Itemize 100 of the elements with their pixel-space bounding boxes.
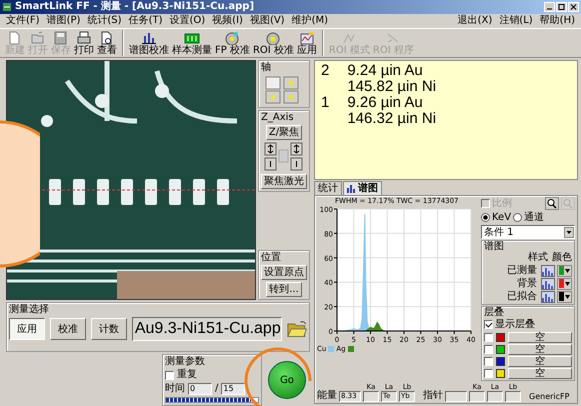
group-title: 测量参数 (165, 356, 205, 367)
result-value: 9.26 µin Au (347, 95, 424, 111)
radio-label: 通道 (524, 212, 544, 224)
condition-dropdown[interactable]: 条件 1 (481, 225, 575, 239)
checkbox[interactable] (484, 356, 493, 366)
line-field (363, 391, 379, 402)
model-name: GenericFP (529, 392, 570, 402)
window-title: SmartLink FF - 测量 - [Au9.3-Ni151-Cu.app] (15, 1, 254, 13)
elapsed-time-field[interactable]: 0 (188, 383, 212, 395)
group-title: 测量选择 (9, 304, 49, 315)
layer-button[interactable]: 空 (508, 332, 572, 342)
checkbox[interactable] (484, 368, 493, 378)
maximize-icon[interactable] (556, 2, 567, 12)
go-button[interactable]: Go (268, 361, 306, 399)
close-icon[interactable] (568, 2, 579, 12)
mode-button[interactable]: 校准 (50, 318, 86, 340)
folder-icon[interactable] (286, 318, 307, 340)
group-title: Z_Axis (261, 112, 294, 123)
checkbox-label: 比例 (492, 198, 512, 210)
checkbox[interactable] (484, 320, 493, 329)
position-button[interactable]: 转到... (266, 282, 302, 297)
energy-label: 能量 (317, 390, 337, 402)
toolbar-button[interactable]: 打印 (73, 30, 95, 56)
toolbar-button[interactable]: FP 校准 (214, 30, 251, 56)
caret-icon (565, 282, 570, 286)
radio-button[interactable] (481, 213, 490, 222)
toolbar-button[interactable]: 应用 (296, 30, 318, 56)
color-picker[interactable] (557, 278, 572, 290)
board-icon (184, 30, 200, 44)
group-title: 层叠 (484, 307, 504, 318)
pointer-field (445, 391, 467, 402)
menu-item[interactable]: 统计(S) (87, 15, 122, 27)
result-value: 145.82 µin Ni (347, 79, 436, 95)
toolbar-button[interactable]: 谱图校准 (128, 30, 170, 56)
checkbox-label: 显示层叠 (495, 318, 535, 330)
menu-item[interactable]: 维护(M) (292, 15, 328, 27)
application-file-field[interactable]: Au9.3-Ni151-Cu.app (132, 317, 282, 341)
group-title: 轴 (261, 62, 271, 73)
checkbox[interactable] (165, 370, 174, 380)
total-time-field[interactable]: 15 (221, 383, 246, 395)
color-picker[interactable] (557, 264, 572, 276)
z-focus-button[interactable]: Z/聚焦 (266, 125, 302, 140)
tab[interactable]: 谱图 (343, 181, 382, 195)
spectrum-label: 背景 (517, 278, 537, 290)
layer-button[interactable]: 空 (508, 368, 572, 378)
layer-button[interactable]: 空 (508, 356, 572, 366)
toolbar-button[interactable]: 样本测量 (171, 30, 213, 56)
menu-item[interactable]: 退出(X) (458, 15, 492, 27)
bar-chart-icon (141, 30, 157, 44)
result-index: 1 (321, 95, 330, 113)
radio-label: KeV (492, 212, 512, 224)
group-title: 谱图 (484, 241, 504, 252)
position-button[interactable]: 设置原点 (261, 265, 307, 280)
minimize-icon[interactable] (544, 2, 555, 12)
checkbox[interactable] (484, 344, 493, 354)
column-header: 颜色 (552, 252, 572, 264)
zoom-in-icon[interactable] (545, 197, 559, 210)
menu-item[interactable]: 文件(F) (6, 15, 40, 27)
menu-item[interactable]: 视频(I) (212, 15, 243, 27)
menu-item[interactable]: 注销(L) (499, 15, 533, 27)
printer-icon (76, 30, 92, 44)
result-value: 146.32 µin Ni (347, 111, 436, 127)
mode-button[interactable]: 计数 (90, 318, 127, 340)
column-header: 样式 (528, 252, 548, 264)
color-picker[interactable] (557, 290, 572, 302)
menu-item[interactable]: 任务(T) (128, 15, 162, 27)
radio-button[interactable] (513, 213, 522, 222)
spectrum-style-icon[interactable] (541, 264, 555, 276)
menu-item[interactable]: 谱图(P) (46, 15, 80, 27)
app-icon (2, 2, 12, 12)
result-index: 2 (321, 63, 330, 81)
result-value: 9.24 µin Au (347, 63, 424, 79)
toolbar-button[interactable]: 查看 (96, 30, 118, 56)
menu-item[interactable]: 帮助(H) (540, 15, 575, 27)
focus-laser-button[interactable]: 聚焦激光 (261, 174, 307, 189)
spectrum-style-icon[interactable] (541, 290, 555, 302)
bar-chart-icon (347, 184, 357, 193)
line-field (469, 391, 485, 402)
checkbox-label: 重复 (177, 369, 197, 381)
toolbar-button[interactable]: ROI 校准 (252, 30, 295, 56)
caret-icon (565, 294, 570, 298)
menu-item[interactable]: 视图(V) (250, 15, 285, 27)
folder-icon (30, 30, 46, 44)
spectrum-label: 已测量 (507, 264, 537, 276)
caret-icon (565, 268, 570, 272)
mode-button[interactable]: 应用 (9, 318, 45, 340)
group-title: 位置 (261, 252, 281, 263)
layer-button[interactable]: 空 (508, 344, 572, 354)
chart-icon (298, 30, 315, 44)
spectrum-label: 已拟合 (507, 290, 537, 302)
spectrum-style-icon[interactable] (541, 278, 555, 290)
checkbox[interactable] (484, 332, 493, 342)
tab[interactable]: 统计 (314, 181, 342, 195)
line-field (505, 391, 521, 402)
z-arrow-buttons-drawing[interactable] (264, 142, 304, 172)
menu-item[interactable]: 设置(O) (169, 15, 206, 27)
line-field (487, 391, 503, 402)
pointer-label: 指针 (423, 390, 443, 402)
dropdown-value: 条件 1 (484, 226, 514, 238)
separator: / (215, 383, 218, 395)
